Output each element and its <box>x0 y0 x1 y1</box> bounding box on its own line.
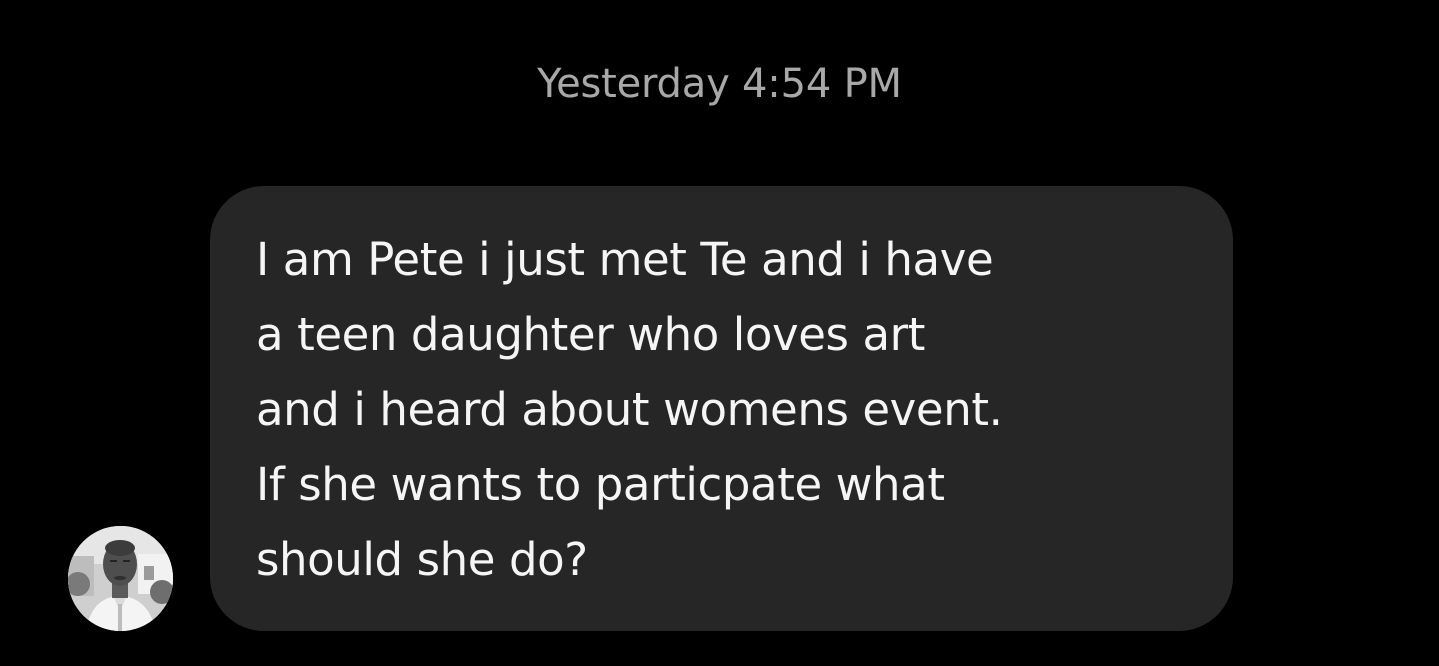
incoming-message-row: I am Pete i just met Te and i have a tee… <box>0 0 1439 666</box>
message-bubble[interactable]: I am Pete i just met Te and i have a tee… <box>210 186 1233 631</box>
sender-avatar[interactable] <box>68 526 173 631</box>
message-text: I am Pete i just met Te and i have a tee… <box>256 233 1003 586</box>
avatar-photo-icon <box>68 526 173 631</box>
